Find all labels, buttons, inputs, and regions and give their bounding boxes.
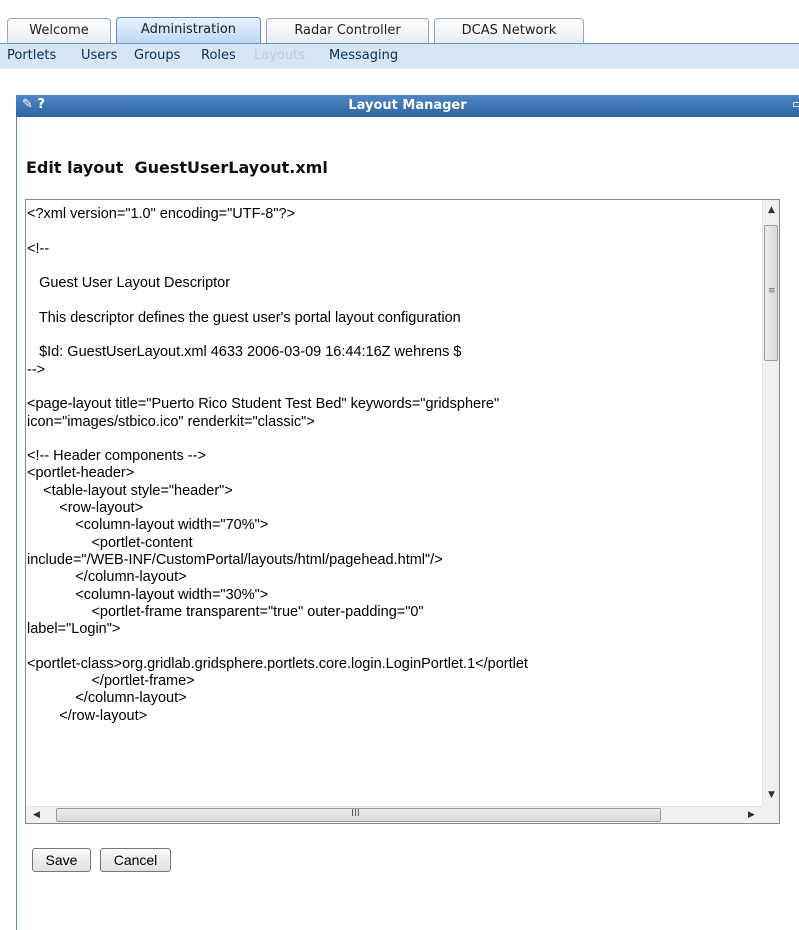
code-line: -->: [27, 361, 46, 378]
subnav-item-layouts[interactable]: Layouts: [254, 48, 305, 63]
layout-xml-editor[interactable]: <?xml version="1.0" encoding="UTF-8"?> <…: [25, 199, 780, 824]
code-line: <portlet-header>: [27, 465, 135, 482]
code-line: <column-layout width="70%">: [27, 517, 269, 534]
subnav-item-users[interactable]: Users: [81, 48, 117, 63]
scroll-up-icon[interactable]: ▲: [763, 202, 780, 219]
code-line: label="Login">: [27, 621, 121, 638]
scroll-right-icon[interactable]: ▶: [743, 807, 760, 824]
tab-welcome[interactable]: Welcome: [7, 18, 111, 43]
vertical-scrollbar[interactable]: ▲ ≡ ▼: [762, 200, 779, 806]
code-line: </row-layout>: [27, 707, 148, 724]
code-line: <?xml version="1.0" encoding="UTF-8"?>: [27, 206, 296, 222]
admin-subnav: Portlets Users Groups Roles Layouts Mess…: [0, 43, 799, 69]
page-title: Edit layout GuestUserLayout.xml: [26, 158, 328, 177]
subnav-item-groups[interactable]: Groups: [134, 48, 180, 63]
tab-bar: Welcome Administration Radar Controller …: [0, 0, 799, 44]
code-line: <portlet-class>org.gridlab.gridsphere.po…: [27, 655, 528, 672]
code-line: <!-- Header components -->: [27, 448, 206, 465]
code-line: <page-layout title="Puerto Rico Student …: [27, 396, 500, 413]
minimize-maximize-icon[interactable]: ▭ ☐: [792, 97, 799, 112]
code-line: </portlet-frame>: [27, 673, 195, 690]
subnav-item-roles[interactable]: Roles: [201, 48, 236, 63]
layout-filename: GuestUserLayout.xml: [134, 158, 328, 177]
code-line: icon="images/stbico.ico" renderkit="clas…: [27, 413, 315, 430]
code-line: <portlet-content: [27, 534, 193, 551]
code-line: <portlet-frame transparent="true" outer-…: [27, 603, 424, 620]
cancel-button[interactable]: Cancel: [100, 848, 171, 872]
horizontal-scroll-thumb[interactable]: III: [56, 808, 661, 822]
code-line: </column-layout>: [27, 569, 187, 586]
code-line: This descriptor defines the guest user's…: [27, 309, 461, 326]
scroll-left-icon[interactable]: ◀: [28, 807, 45, 824]
code-line: include="/WEB-INF/CustomPortal/layouts/h…: [27, 551, 443, 568]
scroll-down-icon[interactable]: ▼: [763, 787, 780, 804]
edit-layout-label: Edit layout: [26, 158, 124, 177]
tab-administration[interactable]: Administration: [116, 17, 261, 44]
portlet-title: Layout Manager: [348, 98, 467, 113]
code-line: <!--: [27, 240, 50, 257]
code-line: </column-layout>: [27, 690, 187, 707]
portlet-titlebar: ✎ ? Layout Manager ▭ ☐: [16, 95, 799, 117]
code-line: <row-layout>: [27, 500, 144, 517]
code-line: <table-layout style="header">: [27, 482, 233, 499]
portlet-border: [16, 95, 17, 930]
tab-radar-controller[interactable]: Radar Controller: [266, 18, 429, 43]
tab-dcas-network[interactable]: DCAS Network: [434, 18, 584, 43]
subnav-item-messaging[interactable]: Messaging: [329, 48, 398, 63]
code-line: Guest User Layout Descriptor: [27, 275, 231, 292]
save-button[interactable]: Save: [32, 848, 91, 872]
vertical-scroll-thumb[interactable]: ≡: [764, 225, 778, 361]
code-line: <column-layout width="30%">: [27, 586, 269, 603]
layout-xml-text[interactable]: <?xml version="1.0" encoding="UTF-8"?> <…: [26, 200, 762, 806]
subnav-item-portlets[interactable]: Portlets: [7, 48, 56, 63]
horizontal-scrollbar[interactable]: ◀ III ▶: [26, 806, 762, 823]
code-line: $Id: GuestUserLayout.xml 4633 2006-03-09…: [27, 344, 462, 361]
scrollbar-corner: [762, 806, 779, 823]
